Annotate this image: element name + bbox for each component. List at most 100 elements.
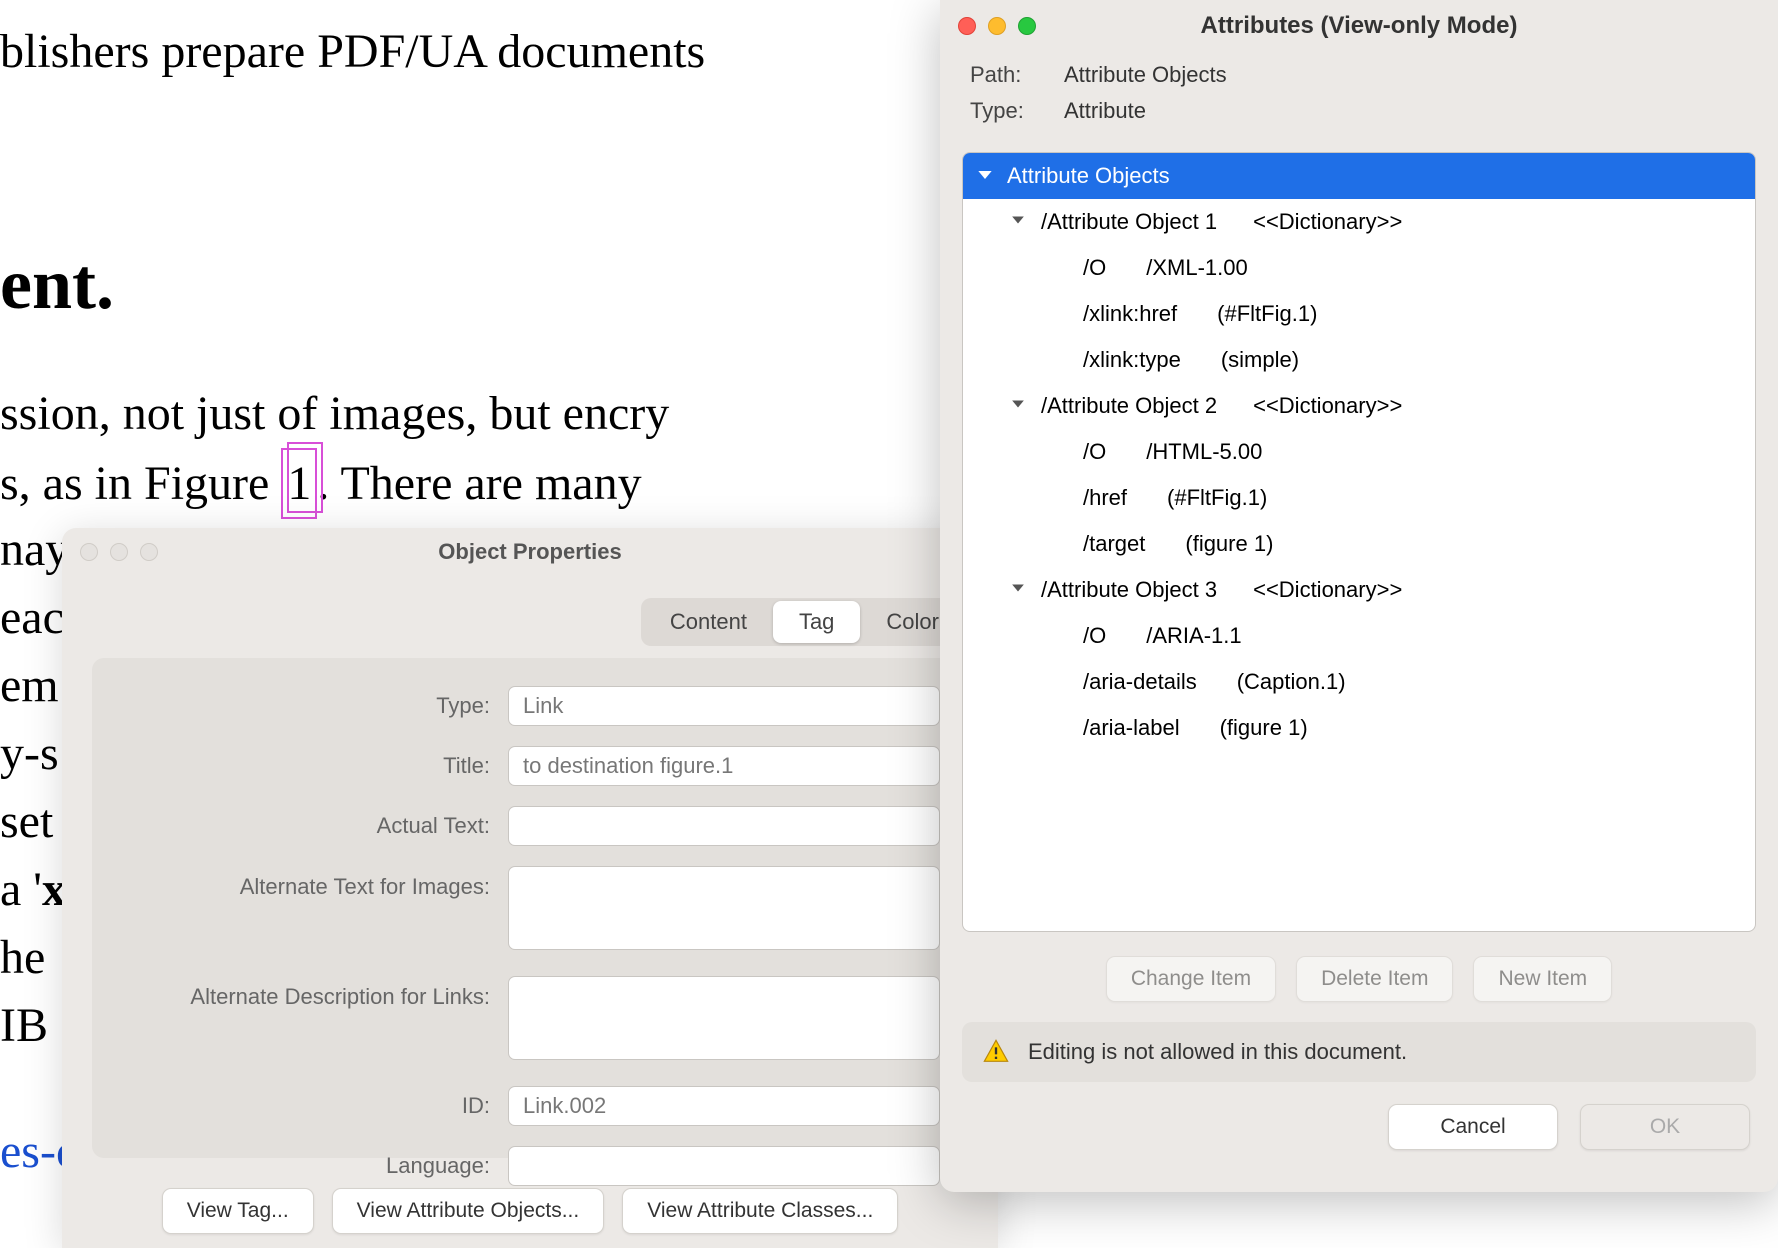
attribute-tree[interactable]: Attribute Objects /Attribute Object 1 <<… bbox=[962, 152, 1756, 932]
view-attribute-classes-button[interactable]: View Attribute Classes... bbox=[622, 1188, 898, 1234]
doc-text: he bbox=[0, 924, 45, 991]
tab-content[interactable]: Content bbox=[644, 601, 773, 643]
view-attribute-objects-button[interactable]: View Attribute Objects... bbox=[332, 1188, 605, 1234]
tree-object-title: /Attribute Object 3 bbox=[1041, 577, 1217, 603]
chevron-down-icon[interactable] bbox=[977, 167, 995, 185]
doc-text: s, as in Figure 1. There are many bbox=[0, 448, 642, 519]
doc-text-pre: a ' bbox=[0, 863, 42, 916]
figure-ref-highlight[interactable]: 1 bbox=[281, 448, 317, 519]
tree-object-row[interactable]: /Attribute Object 3 <<Dictionary>> bbox=[963, 567, 1755, 613]
warning-icon bbox=[982, 1038, 1010, 1066]
bottom-button-row: View Tag... View Attribute Objects... Vi… bbox=[62, 1188, 998, 1234]
new-item-button[interactable]: New Item bbox=[1473, 956, 1612, 1002]
tab-tag[interactable]: Tag bbox=[773, 601, 860, 643]
tree-entry-key: /O bbox=[1083, 439, 1106, 465]
doc-text: eac bbox=[0, 584, 64, 651]
tree-entry-val: /XML-1.00 bbox=[1146, 255, 1248, 281]
title-field[interactable]: to destination figure.1 bbox=[508, 746, 940, 786]
tree-entry-key: /aria-details bbox=[1083, 669, 1197, 695]
tree-entry-row[interactable]: /O /XML-1.00 bbox=[963, 245, 1755, 291]
language-label: Language: bbox=[120, 1153, 490, 1179]
type-value: Attribute bbox=[1064, 98, 1146, 124]
tree-object-title: /Attribute Object 2 bbox=[1041, 393, 1217, 419]
doc-text: blishers prepare PDF/UA documents bbox=[0, 18, 705, 85]
type-label: Type: bbox=[970, 98, 1040, 124]
tree-entry-key: /xlink:type bbox=[1083, 347, 1181, 373]
attributes-window: Attributes (View-only Mode) Path: Attrib… bbox=[940, 0, 1778, 1192]
tree-entry-val: (figure 1) bbox=[1220, 715, 1308, 741]
type-label: Type: bbox=[120, 693, 490, 719]
footer-button-row: Cancel OK bbox=[940, 1082, 1778, 1150]
object-properties-window: Object Properties Content Tag Color Type… bbox=[62, 528, 998, 1248]
id-field[interactable]: Link.002 bbox=[508, 1086, 940, 1126]
tree-object-kind: <<Dictionary>> bbox=[1253, 577, 1402, 603]
doc-heading: ent. bbox=[0, 234, 114, 335]
tree-entry-val: (#FltFig.1) bbox=[1217, 301, 1317, 327]
cancel-button[interactable]: Cancel bbox=[1388, 1104, 1558, 1150]
tree-entry-key: /target bbox=[1083, 531, 1145, 557]
window-title: Object Properties bbox=[62, 539, 998, 565]
doc-text: IB bbox=[0, 992, 48, 1059]
doc-text: nay bbox=[0, 516, 69, 583]
tree-entry-val: /HTML-5.00 bbox=[1146, 439, 1262, 465]
titlebar[interactable]: Object Properties bbox=[62, 528, 998, 576]
tree-root[interactable]: Attribute Objects bbox=[963, 153, 1755, 199]
doc-text: y-s bbox=[0, 720, 59, 787]
ok-button[interactable]: OK bbox=[1580, 1104, 1750, 1150]
actual-text-label: Actual Text: bbox=[120, 813, 490, 839]
tree-entry-val: (Caption.1) bbox=[1237, 669, 1346, 695]
path-value: Attribute Objects bbox=[1064, 62, 1227, 88]
attribute-action-row: Change Item Delete Item New Item bbox=[940, 932, 1778, 1002]
alt-links-field[interactable] bbox=[508, 976, 940, 1060]
tree-entry-row[interactable]: /xlink:href (#FltFig.1) bbox=[963, 291, 1755, 337]
tree-entry-val: (#FltFig.1) bbox=[1167, 485, 1267, 511]
change-item-button[interactable]: Change Item bbox=[1106, 956, 1276, 1002]
title-label: Title: bbox=[120, 753, 490, 779]
tree-entry-key: /href bbox=[1083, 485, 1127, 511]
tree-entry-val: (figure 1) bbox=[1185, 531, 1273, 557]
delete-item-button[interactable]: Delete Item bbox=[1296, 956, 1453, 1002]
language-field[interactable] bbox=[508, 1146, 940, 1186]
chevron-down-icon[interactable] bbox=[1011, 581, 1029, 599]
doc-text-post: . There are many bbox=[317, 457, 641, 510]
tree-entry-row[interactable]: /O /HTML-5.00 bbox=[963, 429, 1755, 475]
chevron-down-icon[interactable] bbox=[1011, 213, 1029, 231]
alt-links-label: Alternate Description for Links: bbox=[120, 976, 490, 1010]
doc-text: a 'x bbox=[0, 856, 66, 923]
window-title: Attributes (View-only Mode) bbox=[940, 12, 1778, 40]
tree-entry-row[interactable]: /O /ARIA-1.1 bbox=[963, 613, 1755, 659]
doc-text: ssion, not just of images, but encry bbox=[0, 380, 669, 447]
alert-text: Editing is not allowed in this document. bbox=[1028, 1039, 1407, 1065]
tree-object-kind: <<Dictionary>> bbox=[1253, 393, 1402, 419]
tree-object-row[interactable]: /Attribute Object 1 <<Dictionary>> bbox=[963, 199, 1755, 245]
tree-entry-val: /ARIA-1.1 bbox=[1146, 623, 1241, 649]
tree-entry-key: /O bbox=[1083, 255, 1106, 281]
tree-object-title: /Attribute Object 1 bbox=[1041, 209, 1217, 235]
actual-text-field[interactable] bbox=[508, 806, 940, 846]
tree-object-kind: <<Dictionary>> bbox=[1253, 209, 1402, 235]
doc-text-pre: s, as in Figure bbox=[0, 457, 281, 510]
tree-entry-row[interactable]: /aria-details (Caption.1) bbox=[963, 659, 1755, 705]
alert-bar: Editing is not allowed in this document. bbox=[962, 1022, 1756, 1082]
tree-root-label: Attribute Objects bbox=[1007, 163, 1170, 189]
view-tag-button[interactable]: View Tag... bbox=[162, 1188, 314, 1234]
tab-bar: Content Tag Color bbox=[641, 598, 968, 646]
type-field[interactable]: Link bbox=[508, 686, 940, 726]
alt-images-field[interactable] bbox=[508, 866, 940, 950]
id-label: ID: bbox=[120, 1093, 490, 1119]
doc-text: set bbox=[0, 788, 53, 855]
titlebar[interactable]: Attributes (View-only Mode) bbox=[940, 0, 1778, 52]
tree-entry-row[interactable]: /aria-label (figure 1) bbox=[963, 705, 1755, 751]
tree-entry-key: /aria-label bbox=[1083, 715, 1180, 741]
chevron-down-icon[interactable] bbox=[1011, 397, 1029, 415]
tree-object-row[interactable]: /Attribute Object 2 <<Dictionary>> bbox=[963, 383, 1755, 429]
tree-entry-key: /O bbox=[1083, 623, 1106, 649]
tree-entry-row[interactable]: /target (figure 1) bbox=[963, 521, 1755, 567]
tree-entry-row[interactable]: /xlink:type (simple) bbox=[963, 337, 1755, 383]
tree-entry-row[interactable]: /href (#FltFig.1) bbox=[963, 475, 1755, 521]
properties-panel: Type: Link Title: to destination figure.… bbox=[92, 658, 968, 1158]
alt-images-label: Alternate Text for Images: bbox=[120, 866, 490, 900]
attributes-meta: Path: Attribute Objects Type: Attribute bbox=[940, 52, 1778, 152]
path-label: Path: bbox=[970, 62, 1040, 88]
tree-entry-val: (simple) bbox=[1221, 347, 1299, 373]
